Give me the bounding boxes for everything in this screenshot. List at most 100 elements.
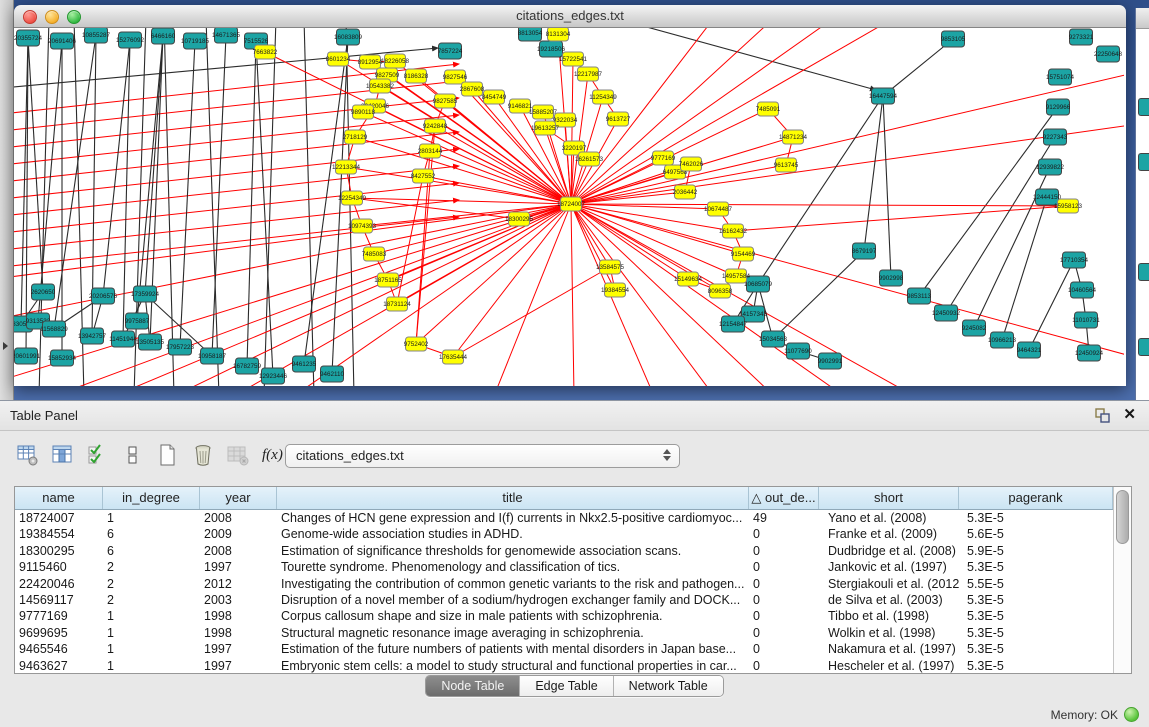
scrollbar-thumb[interactable]: [1116, 490, 1129, 544]
graph-node[interactable]: 2620650: [31, 284, 56, 300]
graph-node[interactable]: 9890118: [351, 105, 376, 119]
graph-node[interactable]: 9464321: [1017, 342, 1042, 358]
graph-node[interactable]: 7485083: [362, 247, 387, 261]
table-row[interactable]: 911546021997Tourette syndrome. Phenomeno…: [15, 559, 1113, 575]
graph-node[interactable]: 8912954: [358, 55, 383, 69]
graph-node[interactable]: 15958123: [1054, 199, 1083, 213]
graph-node[interactable]: 19384554: [601, 283, 630, 297]
graph-node[interactable]: 12213344: [332, 160, 361, 174]
graph-node[interactable]: 18724007: [557, 197, 586, 211]
graph-node[interactable]: 14957584: [722, 269, 751, 283]
graph-node[interactable]: 11568829: [40, 321, 68, 337]
column-header-name[interactable]: name: [15, 487, 103, 509]
graph-node[interactable]: 9462110: [320, 366, 345, 382]
graph-node[interactable]: 9853105: [941, 31, 966, 47]
graph-node[interactable]: 15751074: [1046, 69, 1075, 85]
graph-node[interactable]: 9154469: [731, 247, 756, 261]
minimize-window-button[interactable]: [45, 10, 59, 24]
graph-node[interactable]: 9975887: [125, 313, 150, 329]
graph-node[interactable]: 7485091: [756, 102, 781, 116]
graph-node[interactable]: 9227343: [1043, 129, 1068, 145]
graph-node[interactable]: 9902998: [879, 270, 904, 286]
table-selector-dropdown[interactable]: citations_edges.txt: [285, 444, 680, 468]
graph-node[interactable]: 9245082: [962, 320, 987, 336]
graph-node[interactable]: 8096358: [708, 284, 733, 298]
graph-node[interactable]: 11010731: [1072, 312, 1100, 328]
graph-node[interactable]: 12939822: [1036, 159, 1065, 175]
table-settings-icon[interactable]: [17, 443, 39, 467]
graph-node[interactable]: 9853113: [907, 288, 932, 304]
graph-node[interactable]: 16447594: [869, 88, 898, 104]
graph-node[interactable]: 17359924: [131, 286, 160, 302]
graph-node[interactable]: 13584575: [596, 260, 625, 274]
graph-node[interactable]: 22250648: [1094, 46, 1123, 62]
graph-node[interactable]: 8186328: [404, 69, 429, 83]
clear-selection-icon[interactable]: [122, 443, 144, 467]
tab-edge-table[interactable]: Edge Table: [520, 676, 613, 696]
graph-node[interactable]: 10543382: [366, 79, 395, 93]
graph-node[interactable]: 9827585: [433, 94, 458, 108]
table-vertical-scrollbar[interactable]: [1113, 487, 1131, 673]
graph-node[interactable]: 18731124: [383, 297, 411, 311]
splitter-collapse-icon[interactable]: [3, 342, 8, 350]
float-panel-icon[interactable]: [1094, 407, 1111, 424]
graph-node[interactable]: 10958187: [198, 348, 227, 364]
column-header-year[interactable]: year: [200, 487, 277, 509]
graph-node[interactable]: 13505135: [136, 334, 165, 350]
close-panel-icon[interactable]: ✕: [1123, 405, 1136, 423]
graph-node[interactable]: 15034563: [759, 331, 788, 347]
graph-node[interactable]: 12450924: [1075, 345, 1104, 361]
graph-node[interactable]: 18751165: [374, 273, 402, 287]
graph-node[interactable]: 9613745: [774, 158, 799, 172]
graph-node[interactable]: 12217987: [574, 67, 603, 81]
graph-node[interactable]: 11077690: [784, 343, 812, 359]
graph-node[interactable]: 8813054: [518, 28, 543, 41]
window-titlebar[interactable]: citations_edges.txt: [14, 5, 1126, 28]
graph-node[interactable]: 12450932: [932, 305, 961, 321]
column-header-in_degree[interactable]: in_degree: [103, 487, 200, 509]
graph-node[interactable]: 16083809: [334, 29, 363, 45]
table-row[interactable]: 1830029562008Estimation of significance …: [15, 543, 1113, 559]
select-all-icon[interactable]: [87, 443, 109, 467]
graph-node[interactable]: 15852934: [48, 350, 77, 366]
graph-node[interactable]: 8131304: [546, 28, 571, 41]
tab-network-table[interactable]: Network Table: [614, 676, 723, 696]
graph-node[interactable]: 10855287: [82, 28, 111, 43]
graph-node[interactable]: 17635444: [439, 350, 468, 364]
graph-node[interactable]: 8601234: [326, 52, 351, 66]
table-row[interactable]: 946554611997Estimation of the future num…: [15, 641, 1113, 657]
function-builder-icon[interactable]: f(x): [262, 443, 284, 467]
graph-node[interactable]: 2718129: [343, 130, 368, 144]
graph-node[interactable]: 9461235: [292, 356, 317, 372]
graph-node[interactable]: 19218506: [537, 41, 566, 57]
graph-node[interactable]: 7857224: [438, 43, 463, 59]
graph-node[interactable]: 6466160: [151, 28, 176, 44]
tab-node-table[interactable]: Node Table: [426, 676, 520, 696]
delete-table-icon[interactable]: [192, 443, 214, 467]
import-table-disabled-icon[interactable]: [227, 443, 249, 467]
network-canvas[interactable]: 2035572420691406108552871527609264661601…: [14, 28, 1124, 386]
graph-node[interactable]: 19613257: [531, 121, 560, 135]
graph-node[interactable]: 12254349: [338, 191, 367, 205]
graph-node[interactable]: 14671365: [212, 28, 241, 43]
graph-node[interactable]: 18226058: [381, 54, 410, 68]
graph-node[interactable]: 20601991: [14, 348, 40, 364]
select-column-icon[interactable]: [52, 443, 74, 467]
graph-node[interactable]: 8427552: [411, 169, 436, 183]
graph-node[interactable]: 9613727: [606, 112, 631, 126]
graph-node[interactable]: 8679197: [852, 243, 877, 259]
graph-node[interactable]: 11254349: [589, 90, 617, 104]
column-header-out_de[interactable]: △ out_de...: [749, 487, 819, 509]
table-row[interactable]: 977716911998Corpus callosum shape and si…: [15, 608, 1113, 624]
table-row[interactable]: 969969511998Structural magnetic resonanc…: [15, 625, 1113, 641]
graph-node[interactable]: 14871234: [779, 130, 808, 144]
column-header-title[interactable]: title: [277, 487, 749, 509]
table-row[interactable]: 1456911722003Disruption of a novel membe…: [15, 592, 1113, 608]
close-window-button[interactable]: [23, 10, 37, 24]
graph-node[interactable]: 12154847: [719, 316, 748, 332]
graph-node[interactable]: 7462026: [679, 157, 704, 171]
left-splitter-strip[interactable]: [0, 0, 14, 400]
new-table-icon[interactable]: [157, 443, 179, 467]
graph-node[interactable]: 18300295: [505, 212, 534, 226]
graph-node[interactable]: 20206576: [89, 288, 118, 304]
